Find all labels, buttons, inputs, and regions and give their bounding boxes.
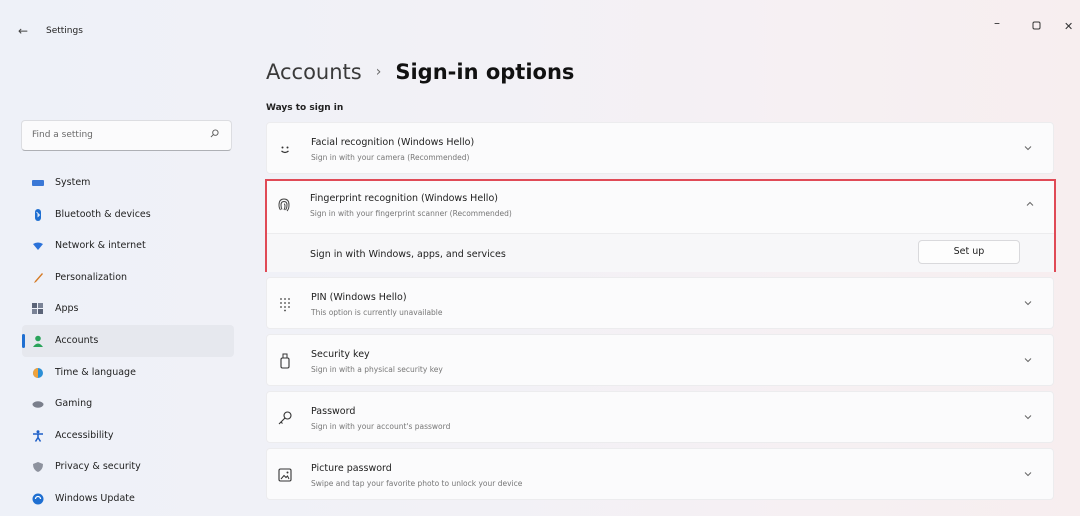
pin-option[interactable]: PIN (Windows Hello) This option is curre…: [266, 277, 1054, 329]
settings-window: ← Settings – ✕ Find a setting System Blu…: [0, 0, 1080, 516]
search-box[interactable]: Find a setting: [21, 120, 232, 151]
sidebar-item-label: Bluetooth & devices: [55, 208, 151, 220]
app-title: Settings: [46, 26, 83, 36]
privacy-icon: [33, 462, 43, 473]
set-up-button[interactable]: Set up: [918, 240, 1020, 264]
time-language-icon: [33, 367, 43, 378]
sidebar-item-accessibility[interactable]: Accessibility: [22, 420, 234, 452]
chevron-up-icon[interactable]: [1025, 199, 1035, 209]
windows-update-icon: [32, 493, 44, 505]
sidebar-item-label: Windows Update: [55, 492, 135, 504]
chevron-down-icon[interactable]: [1023, 469, 1033, 479]
option-subtitle: Swipe and tap your favorite photo to unl…: [311, 479, 523, 488]
chevron-down-icon[interactable]: [1023, 355, 1033, 365]
close-button[interactable]: ✕: [1064, 20, 1073, 33]
sidebar-item-system[interactable]: System: [22, 167, 234, 199]
sidebar-item-bluetooth-devices[interactable]: Bluetooth & devices: [22, 199, 234, 231]
chevron-down-icon[interactable]: [1023, 298, 1033, 308]
option-title: Security key: [311, 349, 370, 360]
gaming-icon: [32, 401, 44, 408]
sidebar-item-label: Accessibility: [55, 429, 114, 441]
maximize-button[interactable]: [1032, 20, 1041, 33]
minimize-button[interactable]: –: [994, 16, 1000, 30]
accessibility-icon: [33, 430, 43, 442]
sidebar-item-privacy-security[interactable]: Privacy & security: [22, 451, 234, 483]
sidebar-item-label: System: [55, 177, 91, 188]
sidebar-item-network-internet[interactable]: Network & internet: [22, 230, 234, 262]
pin-keypad-icon: [280, 298, 290, 312]
sidebar-nav: System Bluetooth & devices Network & int…: [22, 167, 234, 515]
network-icon: [33, 242, 43, 251]
page-title: Sign-in options: [395, 60, 575, 84]
sidebar-item-time-language[interactable]: Time & language: [22, 357, 234, 389]
chevron-down-icon[interactable]: [1023, 412, 1033, 422]
sidebar-item-label: Personalization: [55, 271, 128, 283]
accounts-icon: [33, 335, 43, 347]
setup-row-label: Sign in with Windows, apps, and services: [310, 249, 506, 260]
search-icon: [210, 129, 219, 138]
option-title: Facial recognition (Windows Hello): [311, 137, 475, 148]
option-title: Password: [311, 406, 356, 417]
personalization-icon: [34, 272, 43, 283]
sidebar-item-label: Apps: [55, 303, 79, 315]
key-icon: [278, 411, 292, 425]
picture-icon: [278, 468, 292, 482]
breadcrumb: Accounts › Sign-in options: [266, 60, 574, 84]
sidebar-item-personalization[interactable]: Personalization: [22, 262, 234, 294]
sidebar-item-accounts[interactable]: Accounts: [22, 324, 234, 357]
section-heading: Ways to sign in: [266, 103, 344, 113]
sidebar-item-label: Gaming: [55, 398, 93, 410]
option-subtitle: Sign in with your camera (Recommended): [311, 153, 470, 162]
breadcrumb-separator: ›: [375, 64, 382, 80]
sidebar-item-label: Accounts: [55, 334, 99, 346]
face-icon: [281, 146, 289, 154]
sidebar-item-apps[interactable]: Apps: [22, 293, 234, 325]
option-subtitle: Sign in with a physical security key: [311, 365, 443, 374]
bluetooth-icon: [35, 208, 41, 221]
system-icon: [32, 180, 44, 186]
back-arrow-icon[interactable]: ←: [18, 24, 28, 38]
picture-password-option[interactable]: Picture password Swipe and tap your favo…: [266, 448, 1054, 500]
sidebar-item-gaming[interactable]: Gaming: [22, 388, 234, 420]
sidebar-item-label: Network & internet: [55, 240, 146, 252]
option-subtitle: Sign in with your account's password: [311, 422, 451, 431]
breadcrumb-accounts[interactable]: Accounts: [266, 60, 362, 84]
sidebar-item-label: Privacy & security: [55, 461, 141, 473]
title-bar: ← Settings – ✕: [0, 0, 1080, 60]
fingerprint-header[interactable]: Fingerprint recognition (Windows Hello) …: [267, 181, 1054, 233]
apps-icon: [32, 303, 43, 315]
security-key-option[interactable]: Security key Sign in with a physical sec…: [266, 334, 1054, 386]
fingerprint-icon: [278, 198, 290, 212]
option-subtitle: This option is currently unavailable: [311, 308, 443, 317]
facial-recognition-option[interactable]: Facial recognition (Windows Hello) Sign …: [266, 122, 1054, 174]
password-option[interactable]: Password Sign in with your account's pas…: [266, 391, 1054, 443]
option-subtitle: Sign in with your fingerprint scanner (R…: [310, 209, 512, 218]
search-input[interactable]: Find a setting: [32, 130, 93, 140]
fingerprint-setup-row: Sign in with Windows, apps, and services…: [267, 234, 1054, 272]
sidebar-item-label: Time & language: [55, 366, 136, 378]
option-title: Picture password: [311, 463, 392, 474]
option-title: Fingerprint recognition (Windows Hello): [310, 193, 498, 204]
active-indicator: [22, 333, 25, 348]
fingerprint-recognition-option: Fingerprint recognition (Windows Hello) …: [265, 179, 1056, 272]
usb-key-icon: [280, 353, 290, 369]
option-title: PIN (Windows Hello): [311, 292, 407, 303]
sidebar-item-windows-update[interactable]: Windows Update: [22, 483, 234, 515]
chevron-down-icon[interactable]: [1023, 143, 1033, 153]
